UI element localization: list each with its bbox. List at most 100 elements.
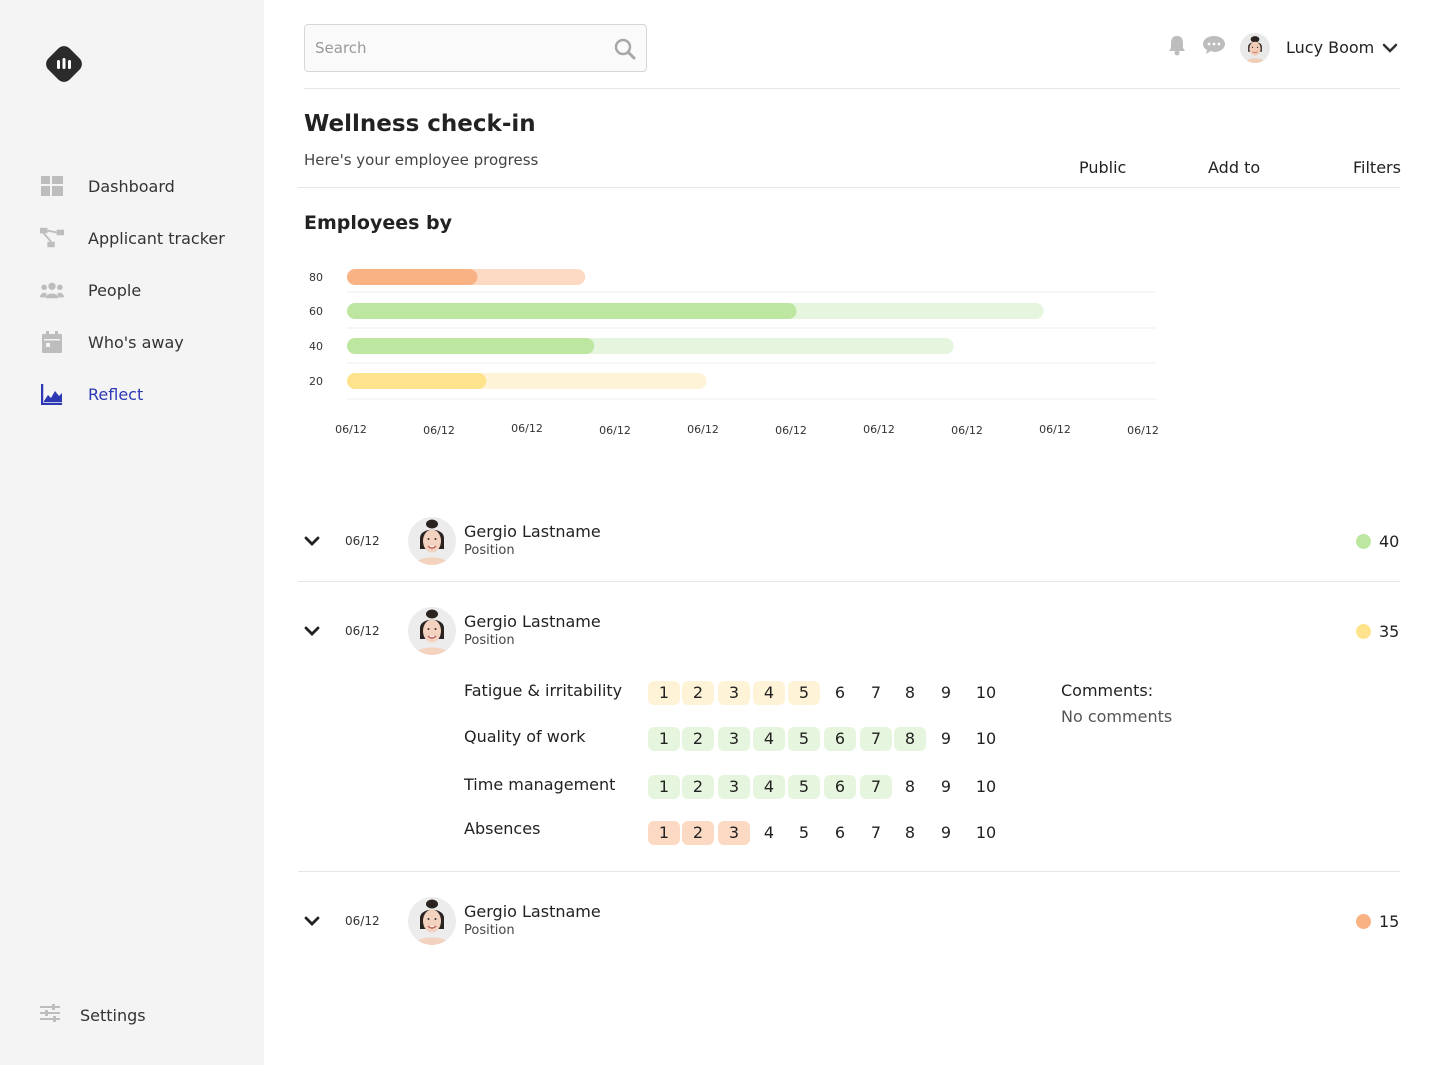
rating-chip[interactable]: 1 xyxy=(648,821,680,845)
rating-chip[interactable]: 5 xyxy=(788,681,820,705)
sidebar-item-label: People xyxy=(88,280,142,300)
comments-text: No comments xyxy=(1061,707,1173,726)
y-tick-label: 60 xyxy=(309,305,323,318)
metric-label: Time management xyxy=(464,775,616,794)
rating-chip[interactable]: 1 xyxy=(648,727,680,751)
settings-sliders-icon xyxy=(40,1003,64,1027)
metric-label: Absences xyxy=(464,819,541,838)
y-tick-label: 20 xyxy=(309,375,323,388)
rating-chip[interactable]: 6 xyxy=(824,681,856,705)
chart-bar-value xyxy=(347,373,487,389)
rating-chip[interactable]: 9 xyxy=(930,681,962,705)
y-tick-label: 80 xyxy=(309,271,323,284)
rating-chip[interactable]: 10 xyxy=(969,821,1003,845)
expand-chevron-icon[interactable] xyxy=(302,911,322,931)
rating-chip[interactable]: 7 xyxy=(860,727,892,751)
rating-chip[interactable]: 6 xyxy=(824,727,856,751)
chevron-down-icon[interactable] xyxy=(1382,40,1398,56)
employees-bar-chart: 80 60 40 20 06/12 06/12 06/12 06/12 06/12 06/12 06… xyxy=(309,269,1159,437)
rating-chip[interactable]: 6 xyxy=(824,821,856,845)
rating-chip[interactable]: 3 xyxy=(718,727,750,751)
expand-chevron-icon[interactable] xyxy=(302,621,322,641)
chat-icon[interactable] xyxy=(1202,34,1226,56)
y-tick-label: 40 xyxy=(309,340,323,353)
rating-chip[interactable]: 7 xyxy=(860,821,892,845)
sidebar-item-people[interactable]: People xyxy=(40,278,141,302)
employee-name: Gergio Lastname xyxy=(464,522,601,541)
employee-name: Gergio Lastname xyxy=(464,612,601,631)
avatar xyxy=(408,517,456,565)
rating-chip[interactable]: 1 xyxy=(648,775,680,799)
status-dot xyxy=(1356,914,1371,929)
rating-chip[interactable]: 8 xyxy=(894,727,926,751)
sidebar-item-whos-away[interactable]: Who's away xyxy=(40,330,184,354)
status-dot xyxy=(1356,624,1371,639)
chart-bar-value xyxy=(347,303,797,319)
rating-chip[interactable]: 2 xyxy=(682,681,714,705)
rating-chip[interactable]: 2 xyxy=(682,727,714,751)
expand-chevron-icon[interactable] xyxy=(302,531,322,551)
user-avatar[interactable] xyxy=(1240,33,1270,63)
rating-chip[interactable]: 8 xyxy=(894,821,926,845)
rating-chip[interactable]: 10 xyxy=(969,775,1003,799)
chart-bar-value xyxy=(347,269,478,285)
sidebar-item-reflect[interactable]: Reflect xyxy=(40,382,143,406)
row-divider xyxy=(298,871,1400,872)
wellness-score: 35 xyxy=(1379,622,1400,641)
row-date: 06/12 xyxy=(345,914,380,928)
rating-chip[interactable]: 7 xyxy=(860,775,892,799)
x-tick-label: 06/12 xyxy=(599,424,631,437)
employee-position: Position xyxy=(464,633,515,648)
app-logo-icon[interactable] xyxy=(42,42,86,86)
rating-chip[interactable]: 6 xyxy=(824,775,856,799)
x-tick-label: 06/12 xyxy=(1039,423,1071,436)
rating-chip[interactable]: 10 xyxy=(969,681,1003,705)
rating-chip[interactable]: 5 xyxy=(788,821,820,845)
rating-chip[interactable]: 9 xyxy=(930,727,962,751)
sidebar-item-label: Who's away xyxy=(88,332,184,352)
settings-label: Settings xyxy=(80,1005,146,1025)
sidebar-item-applicant-tracker[interactable]: Applicant tracker xyxy=(40,226,225,250)
rating-chip[interactable]: 3 xyxy=(718,775,750,799)
row-date: 06/12 xyxy=(345,534,380,548)
public-button[interactable]: Public xyxy=(1079,158,1126,177)
search-icon[interactable] xyxy=(614,38,636,60)
sidebar: Dashboard Applicant tracker People Who's… xyxy=(0,0,264,1065)
rating-chip[interactable]: 5 xyxy=(788,727,820,751)
x-tick-label: 06/12 xyxy=(511,422,543,435)
search-box xyxy=(304,24,647,72)
row-date: 06/12 xyxy=(345,624,380,638)
rating-chip[interactable]: 1 xyxy=(648,681,680,705)
user-name[interactable]: Lucy Boom xyxy=(1286,38,1374,57)
sidebar-item-dashboard[interactable]: Dashboard xyxy=(40,174,175,198)
rating-chip[interactable]: 8 xyxy=(894,775,926,799)
rating-chip[interactable]: 2 xyxy=(682,775,714,799)
chart-bar-value xyxy=(347,338,595,354)
rating-chip[interactable]: 4 xyxy=(753,727,785,751)
x-tick-label: 06/12 xyxy=(1127,424,1159,437)
employee-position: Position xyxy=(464,543,515,558)
comments-label: Comments: xyxy=(1061,681,1154,700)
dashboard-icon xyxy=(40,174,64,198)
rating-chip[interactable]: 9 xyxy=(930,821,962,845)
filters-button[interactable]: Filters xyxy=(1353,158,1401,177)
rating-chip[interactable]: 7 xyxy=(860,681,892,705)
bell-icon[interactable] xyxy=(1167,34,1187,56)
rating-chip[interactable]: 8 xyxy=(894,681,926,705)
add-to-button[interactable]: Add to xyxy=(1208,158,1260,177)
metric-label: Fatigue & irritability xyxy=(464,681,623,700)
rating-chip[interactable]: 3 xyxy=(718,681,750,705)
rating-chip[interactable]: 10 xyxy=(969,727,1003,751)
rating-chip[interactable]: 2 xyxy=(682,821,714,845)
rating-chip[interactable]: 3 xyxy=(718,821,750,845)
avatar xyxy=(408,897,456,945)
applicant-tracker-icon xyxy=(40,226,64,250)
rating-chip[interactable]: 4 xyxy=(753,821,785,845)
settings-link[interactable]: Settings xyxy=(40,1003,146,1027)
rating-chip[interactable]: 5 xyxy=(788,775,820,799)
rating-chip[interactable]: 9 xyxy=(930,775,962,799)
rating-chip[interactable]: 4 xyxy=(753,681,785,705)
rating-chip[interactable]: 4 xyxy=(753,775,785,799)
search-input[interactable] xyxy=(315,25,605,71)
rating-scale: 1 2 3 4 5 6 7 8 9 10 xyxy=(648,727,998,751)
